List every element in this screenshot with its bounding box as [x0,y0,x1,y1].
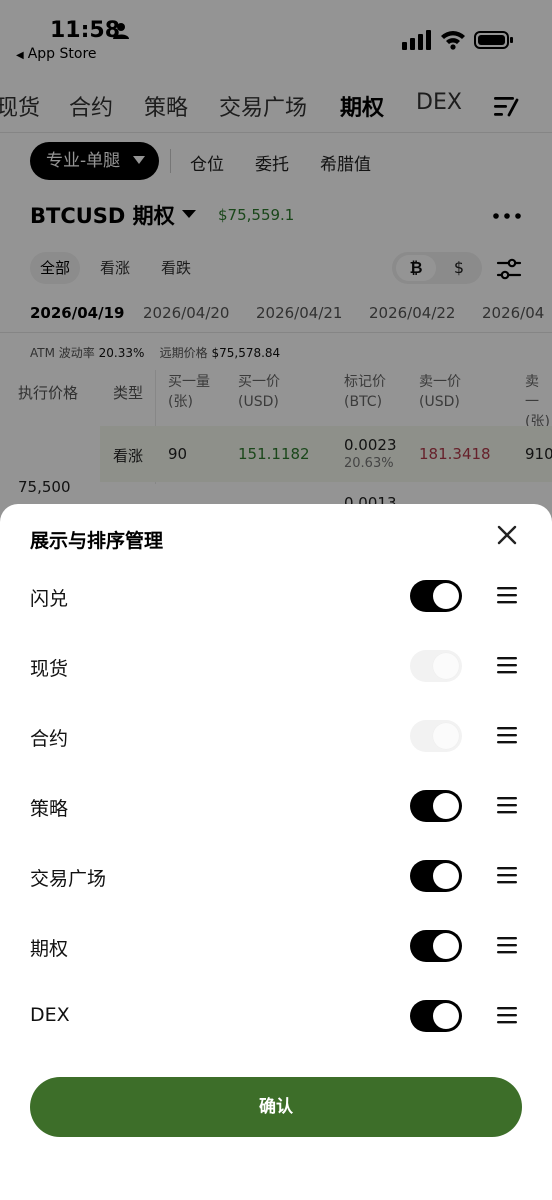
confirm-button[interactable]: 确认 [30,1077,522,1137]
item-label: 合约 [30,728,69,750]
list-item-dex: DEX [0,990,552,1050]
drag-handle-icon[interactable] [496,794,518,816]
visibility-toggle[interactable] [410,790,462,822]
drag-handle-icon[interactable] [496,584,518,606]
list-item-options: 期权 [0,920,552,980]
drag-handle-icon[interactable] [496,654,518,676]
visibility-toggle[interactable] [410,580,462,612]
visibility-toggle[interactable] [410,930,462,962]
item-label: 闪兑 [30,588,69,610]
list-item-futures: 合约 [0,710,552,770]
list-item-strategy: 策略 [0,780,552,840]
sheet-title: 展示与排序管理 [30,530,164,552]
visibility-toggle-disabled [410,650,462,682]
visibility-toggle[interactable] [410,1000,462,1032]
drag-handle-icon[interactable] [496,934,518,956]
display-order-sheet: 展示与排序管理 闪兑 现货 合约 策略 交易广场 期权 DEX 确认 [0,504,552,1200]
list-item-spot: 现货 [0,640,552,700]
item-label: DEX [30,1004,70,1026]
visibility-toggle-disabled [410,720,462,752]
drag-handle-icon[interactable] [496,864,518,886]
drag-handle-icon[interactable] [496,724,518,746]
close-icon[interactable] [494,522,520,548]
item-label: 现货 [30,658,69,680]
item-label: 策略 [30,798,69,820]
drag-handle-icon[interactable] [496,1004,518,1026]
visibility-toggle[interactable] [410,860,462,892]
list-item-trading-square: 交易广场 [0,850,552,910]
item-label: 交易广场 [30,868,107,890]
list-item-convert: 闪兑 [0,570,552,630]
item-label: 期权 [30,938,69,960]
